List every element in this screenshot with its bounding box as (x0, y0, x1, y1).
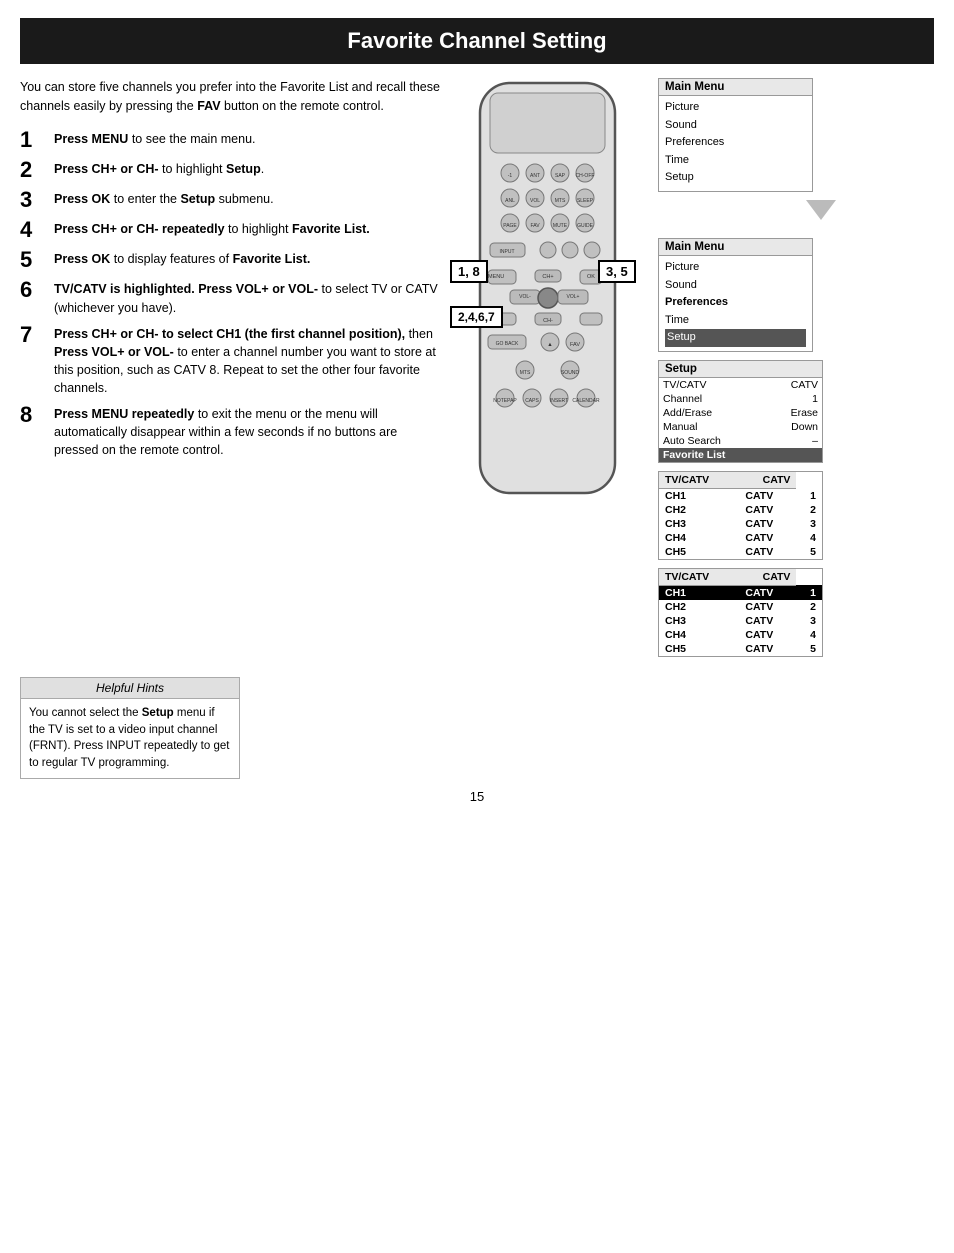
svg-text:PAGE: PAGE (503, 223, 517, 229)
ch-table-2-table: TV/CATVCATV CH1CATV1 CH2CATV2 CH3CATV3 C… (659, 569, 822, 656)
svg-text:CAPS: CAPS (525, 398, 539, 404)
svg-text:MTS: MTS (555, 198, 566, 204)
setup-menu: Setup TV/CATVCATV Channel1 Add/EraseEras… (658, 360, 823, 463)
svg-text:MTS: MTS (520, 370, 531, 376)
ch-table-1-table: TV/CATVCATV CH1CATV1 CH2CATV2 CH3CATV3 C… (659, 472, 822, 559)
arrow-down-1 (801, 200, 841, 230)
svg-text:MENU: MENU (488, 274, 504, 280)
ch-table-2: TV/CATVCATV CH1CATV1 CH2CATV2 CH3CATV3 C… (658, 568, 823, 657)
intro-text: You can store five channels you prefer i… (20, 78, 440, 116)
ch2-row: CH2CATV2 (659, 503, 822, 517)
svg-text:CH+: CH+ (542, 274, 553, 280)
svg-text:FAV: FAV (530, 223, 540, 229)
step-1: 1 Press MENU to see the main menu. (20, 130, 440, 152)
setup-row-manual: ManualDown (659, 420, 822, 434)
label-1-8: 1, 8 (450, 260, 488, 283)
left-column: You can store five channels you prefer i… (20, 78, 440, 657)
remote-illustration: -1 ANT SAP CH-OFF ANL VOL MTS SLEEP PAGE… (450, 78, 650, 657)
svg-text:ANT: ANT (530, 173, 540, 179)
page-title: Favorite Channel Setting (20, 18, 934, 64)
svg-text:VOL+: VOL+ (567, 294, 580, 300)
svg-text:ANL: ANL (505, 198, 515, 204)
svg-text:GO BACK: GO BACK (496, 341, 519, 347)
svg-text:VOL: VOL (530, 198, 540, 204)
svg-text:SAP: SAP (555, 173, 566, 179)
svg-text:SOUND: SOUND (561, 370, 579, 376)
svg-text:CH-OFF: CH-OFF (576, 173, 595, 179)
ch5-row-2: CH5CATV5 (659, 642, 822, 656)
remote-svg: -1 ANT SAP CH-OFF ANL VOL MTS SLEEP PAGE… (470, 78, 625, 508)
setup-menu-header: Setup (659, 361, 822, 378)
page-number: 15 (0, 789, 954, 804)
svg-text:INPUT: INPUT (500, 249, 515, 255)
svg-text:▲: ▲ (547, 342, 552, 348)
svg-text:CH-: CH- (543, 318, 553, 324)
ch-table-1-header: TV/CATVCATV (659, 472, 822, 489)
ch-table-2-header: TV/CATVCATV (659, 569, 822, 586)
svg-text:GUIDE: GUIDE (577, 223, 594, 229)
svg-text:OK: OK (587, 274, 595, 280)
ch3-row-2: CH3CATV3 (659, 614, 822, 628)
label-2-4-6-7: 2,4,6,7 (450, 306, 503, 328)
step-4: 4 Press CH+ or CH- repeatedly to highlig… (20, 220, 440, 242)
setup-row-channel: Channel1 (659, 392, 822, 406)
main-menu-2-header: Main Menu (659, 239, 812, 256)
label-3-5: 3, 5 (598, 260, 636, 283)
step-3: 3 Press OK to enter the Setup submenu. (20, 190, 440, 212)
ch2-row-2: CH2CATV2 (659, 600, 822, 614)
ch4-row: CH4CATV4 (659, 531, 822, 545)
step-8: 8 Press MENU repeatedly to exit the menu… (20, 405, 440, 459)
setup-table: TV/CATVCATV Channel1 Add/EraseErase Manu… (659, 378, 822, 462)
ch5-row: CH5CATV5 (659, 545, 822, 559)
ch4-row-2: CH4CATV4 (659, 628, 822, 642)
ch1-row-highlighted: CH1CATV1 (659, 585, 822, 600)
svg-text:SLEEP: SLEEP (577, 198, 594, 204)
main-menu-1-header: Main Menu (659, 79, 812, 96)
main-menu-2-content: Picture Sound Preferences Time Setup (659, 256, 812, 351)
svg-text:FAV: FAV (570, 342, 580, 348)
menus-column: Main Menu Picture Sound Preferences Time… (658, 78, 934, 657)
step-6: 6 TV/CATV is highlighted. Press VOL+ or … (20, 280, 440, 316)
ch3-row: CH3CATV3 (659, 517, 822, 531)
hints-header: Helpful Hints (21, 678, 239, 699)
setup-row-autosearch: Auto Search– (659, 434, 822, 448)
hints-content: You cannot select the Setup menu if the … (21, 699, 239, 778)
right-column: -1 ANT SAP CH-OFF ANL VOL MTS SLEEP PAGE… (450, 78, 934, 657)
svg-text:-1: -1 (508, 173, 513, 179)
step-7: 7 Press CH+ or CH- to select CH1 (the fi… (20, 325, 440, 398)
ch-table-1: TV/CATVCATV CH1CATV1 CH2CATV2 CH3CATV3 C… (658, 471, 823, 560)
helpful-hints-box: Helpful Hints You cannot select the Setu… (20, 677, 240, 779)
main-menu-1-content: Picture Sound Preferences Time Setup (659, 96, 812, 191)
step-2: 2 Press CH+ or CH- to highlight Setup. (20, 160, 440, 182)
setup-row-tvcatv: TV/CATVCATV (659, 378, 822, 392)
setup-row-adderase: Add/EraseErase (659, 406, 822, 420)
svg-text:INSERT: INSERT (550, 398, 568, 404)
steps-list: 1 Press MENU to see the main menu. 2 Pre… (20, 130, 440, 460)
main-menu-2: Main Menu Picture Sound Preferences Time… (658, 238, 813, 352)
main-menu-1: Main Menu Picture Sound Preferences Time… (658, 78, 813, 192)
ch1-row: CH1CATV1 (659, 488, 822, 503)
setup-row-favlist: Favorite List (659, 448, 822, 462)
svg-text:CALENDAR: CALENDAR (572, 398, 600, 404)
svg-text:MUTE: MUTE (553, 223, 568, 229)
svg-text:VOL-: VOL- (519, 294, 531, 300)
step-5: 5 Press OK to display features of Favori… (20, 250, 440, 272)
svg-text:NOTEPAP: NOTEPAP (493, 398, 517, 404)
